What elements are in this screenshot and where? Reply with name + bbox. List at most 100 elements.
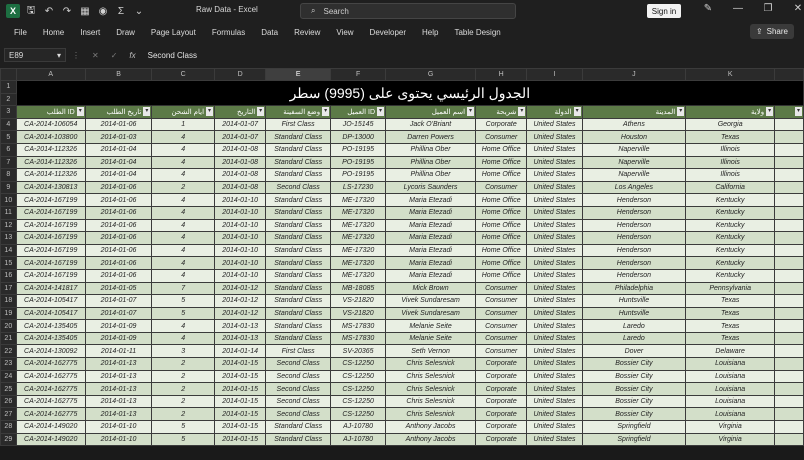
row-header[interactable]: 25 bbox=[0, 382, 17, 396]
table-cell[interactable]: Melanie Seite bbox=[385, 319, 477, 333]
table-cell[interactable]: ME-17320 bbox=[330, 256, 387, 270]
table-cell[interactable]: Chris Selesnick bbox=[385, 369, 477, 384]
table-cell[interactable]: Standard Class bbox=[265, 231, 332, 245]
table-cell[interactable]: California bbox=[685, 180, 776, 195]
table-cell[interactable]: 2014-01-13 bbox=[84, 369, 153, 384]
row-header[interactable]: 23 bbox=[0, 357, 17, 371]
row-header[interactable]: 22 bbox=[0, 344, 17, 359]
table-cell[interactable]: Home Office bbox=[475, 168, 528, 182]
table-cell[interactable]: CS-12250 bbox=[330, 394, 387, 409]
table-column-header[interactable]: ولاية bbox=[685, 105, 776, 119]
close-button[interactable]: ✕ bbox=[790, 3, 804, 14]
table-cell[interactable]: Phillina Ober bbox=[385, 142, 477, 157]
table-cell[interactable]: Standard Class bbox=[265, 142, 332, 157]
table-cell[interactable]: 5 bbox=[151, 294, 216, 308]
table-cell[interactable]: CA-2014-167199 bbox=[15, 193, 86, 207]
column-header-j[interactable]: J bbox=[581, 68, 687, 81]
table-cell[interactable]: Maria Etezadi bbox=[385, 268, 477, 283]
table-cell[interactable]: 2014-01-09 bbox=[84, 331, 153, 346]
table-cell[interactable]: Standard Class bbox=[265, 420, 332, 434]
table-cell-overflow[interactable] bbox=[774, 331, 804, 346]
table-cell[interactable]: 4 bbox=[151, 319, 216, 333]
tab-insert[interactable]: Insert bbox=[72, 28, 108, 37]
table-cell[interactable]: 2014-01-10 bbox=[84, 432, 153, 447]
table-cell[interactable]: Consumer bbox=[475, 180, 528, 195]
table-cell[interactable]: Second Class bbox=[265, 357, 332, 371]
table-cell[interactable]: 5 bbox=[151, 306, 216, 321]
table-cell[interactable]: Illinois bbox=[685, 168, 776, 182]
table-cell[interactable]: Corporate bbox=[475, 117, 528, 132]
row-header[interactable]: 15 bbox=[0, 256, 17, 270]
table-cell[interactable]: 2014-01-12 bbox=[214, 306, 267, 321]
table-cell[interactable]: Standard Class bbox=[265, 306, 332, 321]
table-cell[interactable]: 2014-01-07 bbox=[214, 117, 267, 132]
table-cell[interactable]: 2014-01-08 bbox=[214, 180, 267, 195]
pen-icon[interactable]: ✎ bbox=[700, 3, 716, 14]
table-cell[interactable]: 2014-01-04 bbox=[84, 155, 153, 170]
table-cell[interactable]: Virginia bbox=[685, 420, 776, 434]
table-cell[interactable]: Vivek Sundaresam bbox=[385, 306, 477, 321]
table-cell[interactable]: United States bbox=[526, 357, 583, 371]
table-cell[interactable]: United States bbox=[526, 117, 583, 132]
column-header-i[interactable]: I bbox=[526, 68, 583, 81]
table-cell[interactable]: CA-2014-167199 bbox=[15, 256, 86, 270]
table-cell[interactable]: Anthony Jacobs bbox=[385, 432, 477, 447]
table-cell[interactable]: 2014-01-12 bbox=[214, 281, 267, 296]
table-cell[interactable]: CA-2014-112326 bbox=[15, 168, 86, 182]
table-cell-overflow[interactable] bbox=[774, 142, 804, 157]
table-cell[interactable]: Houston bbox=[581, 130, 687, 144]
table-cell[interactable]: CS-12250 bbox=[330, 369, 387, 384]
table-cell[interactable]: United States bbox=[526, 382, 583, 396]
table-cell[interactable]: Vivek Sundaresam bbox=[385, 294, 477, 308]
column-header-b[interactable]: B bbox=[84, 68, 153, 81]
table-cell[interactable]: Chris Selesnick bbox=[385, 357, 477, 371]
table-cell[interactable]: Kentucky bbox=[685, 243, 776, 258]
table-cell[interactable]: Athens bbox=[581, 117, 687, 132]
table-cell[interactable]: Standard Class bbox=[265, 256, 332, 270]
table-cell[interactable]: CA-2014-162775 bbox=[15, 357, 86, 371]
table-cell[interactable]: 2014-01-07 bbox=[214, 130, 267, 144]
row-header[interactable]: 20 bbox=[0, 319, 17, 333]
table-cell[interactable]: United States bbox=[526, 432, 583, 447]
table-cell[interactable]: 2 bbox=[151, 357, 216, 371]
table-cell[interactable]: United States bbox=[526, 281, 583, 296]
table-cell[interactable]: Los Angeles bbox=[581, 180, 687, 195]
table-cell-overflow[interactable] bbox=[774, 168, 804, 182]
table-cell[interactable]: Phillina Ober bbox=[385, 155, 477, 170]
table-cell[interactable]: AJ-10780 bbox=[330, 432, 387, 447]
table-cell[interactable]: Philadelphia bbox=[581, 281, 687, 296]
row-header[interactable]: 29 bbox=[0, 432, 17, 447]
table-cell[interactable]: Naperville bbox=[581, 155, 687, 170]
table-cell[interactable]: LS-17230 bbox=[330, 180, 387, 195]
table-cell[interactable]: MS-17830 bbox=[330, 319, 387, 333]
table-cell[interactable]: CA-2014-167199 bbox=[15, 218, 86, 233]
table-cell[interactable]: Second Class bbox=[265, 180, 332, 195]
table-column-header[interactable]: ايام الشحن bbox=[151, 105, 216, 119]
table-cell[interactable]: 4 bbox=[151, 205, 216, 220]
column-header-f[interactable]: F bbox=[330, 68, 387, 81]
table-column-header-overflow[interactable] bbox=[774, 105, 804, 119]
tab-help[interactable]: Help bbox=[414, 28, 446, 37]
column-header-d[interactable]: D bbox=[214, 68, 267, 81]
table-cell[interactable]: 2014-01-15 bbox=[214, 369, 267, 384]
table-cell[interactable]: 2014-01-07 bbox=[84, 294, 153, 308]
row-header[interactable]: 4 bbox=[0, 117, 17, 132]
row-header[interactable]: 9 bbox=[0, 180, 17, 195]
row-header[interactable]: 14 bbox=[0, 243, 17, 258]
table-cell[interactable]: Henderson bbox=[581, 268, 687, 283]
table-cell[interactable]: 2014-01-06 bbox=[84, 193, 153, 207]
table-cell[interactable]: Standard Class bbox=[265, 218, 332, 233]
table-column-header[interactable]: الدولة bbox=[526, 105, 583, 119]
table-cell-overflow[interactable] bbox=[774, 369, 804, 384]
column-header-e[interactable]: E bbox=[265, 68, 332, 81]
table-banner-title[interactable]: الجدول الرئيسي يحتوى على (9995) سطر bbox=[15, 79, 804, 107]
table-cell[interactable]: 2 bbox=[151, 394, 216, 409]
row-header[interactable]: 19 bbox=[0, 306, 17, 321]
row-header[interactable]: 1 bbox=[0, 80, 17, 94]
table-cell[interactable]: 5 bbox=[151, 420, 216, 434]
table-cell[interactable]: Jack O'Briant bbox=[385, 117, 477, 132]
table-cell[interactable]: 2014-01-10 bbox=[214, 231, 267, 245]
table-cell[interactable]: Consumer bbox=[475, 306, 528, 321]
table-cell[interactable]: Kentucky bbox=[685, 268, 776, 283]
table-cell[interactable]: Kentucky bbox=[685, 218, 776, 233]
